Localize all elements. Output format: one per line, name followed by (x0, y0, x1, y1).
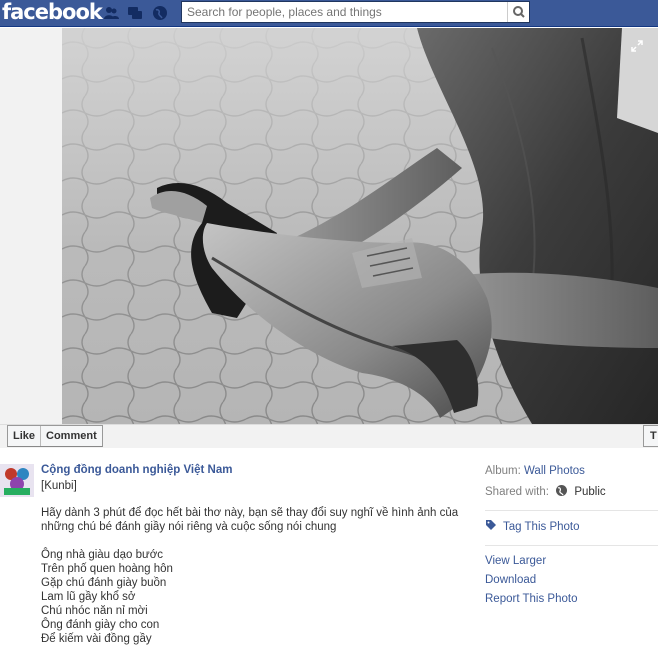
album-link[interactable]: Wall Photos (524, 465, 585, 477)
shoe-shine-photo[interactable] (62, 28, 658, 424)
photo-action-bar: Like Comment T (0, 424, 658, 448)
like-button[interactable]: Like (8, 426, 40, 446)
poem-text: Ông nhà giàu dạo bước Trên phố quen hoàn… (41, 548, 173, 646)
fullscreen-expand-icon[interactable] (631, 40, 643, 52)
notifications-globe-icon[interactable] (152, 5, 168, 21)
facebook-logo[interactable]: facebook (2, 0, 103, 27)
view-larger-row: View Larger (485, 554, 658, 573)
poem-line: Trên phố quen hoàng hôn (41, 563, 173, 575)
tag-icon (486, 520, 496, 530)
post-description: Hãy dành 3 phút để đọc hết bài thơ này, … (41, 507, 459, 533)
page-name-link[interactable]: Cộng đồng doanh nghiệp Việt Nam (41, 464, 232, 476)
page-avatar[interactable] (0, 464, 34, 497)
report-photo-link[interactable]: Report This Photo (485, 593, 577, 605)
search-button[interactable] (507, 2, 529, 22)
sidebar-divider (485, 510, 658, 511)
download-row: Download (485, 573, 658, 592)
post-tagline: [Kunbi] (41, 480, 77, 492)
tag-photo-row: Tag This Photo (485, 519, 658, 539)
search-box (181, 1, 530, 23)
poem-line: Ông nhà giàu dạo bước (41, 549, 164, 561)
tag-overflow-button[interactable]: T (643, 425, 658, 447)
search-icon (513, 6, 525, 18)
poem-line: Gặp chú đánh giày buồn (41, 577, 167, 589)
search-input[interactable] (182, 2, 506, 22)
photo-details: Cộng đồng doanh nghiệp Việt Nam [Kunbi] … (0, 449, 658, 647)
messages-icon[interactable] (127, 5, 143, 21)
tag-photo-link[interactable]: Tag This Photo (503, 521, 580, 533)
comment-button[interactable]: Comment (41, 426, 102, 446)
friend-requests-icon[interactable] (103, 5, 119, 21)
poem-line: Chú nhóc năn nỉ mời (41, 605, 148, 617)
poem-line: Lam lũ gầy khổ sở (41, 591, 136, 603)
top-bar: facebook (0, 0, 658, 27)
shared-with-label: Shared with: (485, 486, 549, 498)
photo-sidebar: Album: Wall Photos Shared with: Public T… (485, 464, 658, 611)
view-larger-link[interactable]: View Larger (485, 555, 546, 567)
public-globe-icon (556, 485, 568, 496)
poem-line: Ông đánh giày cho con (41, 619, 160, 631)
report-row: Report This Photo (485, 592, 658, 611)
photo-stage (0, 28, 658, 424)
like-comment-group: Like Comment (7, 425, 103, 447)
album-label: Album: (485, 465, 521, 477)
sidebar-divider (485, 545, 658, 546)
shared-with-row: Shared with: Public (485, 484, 658, 504)
privacy-selector[interactable]: Public (574, 486, 605, 498)
album-row: Album: Wall Photos (485, 464, 658, 484)
poem-line: Để kiếm vài đồng gầy (41, 633, 152, 645)
download-link[interactable]: Download (485, 574, 536, 586)
